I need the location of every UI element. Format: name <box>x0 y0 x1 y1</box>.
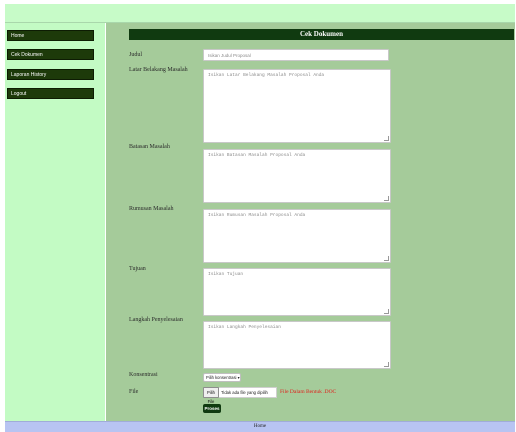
batasan-masalah-placeholder: Isikan Batasan Masalah Proposal Anda <box>208 153 306 158</box>
resize-grip-icon[interactable] <box>384 362 389 367</box>
rumusan-masalah-label: Rumusan Masalah <box>129 206 174 212</box>
page-title: Cek Dokumen <box>129 29 514 40</box>
sidebar-item-logout[interactable]: Logout <box>7 88 94 99</box>
resize-grip-icon[interactable] <box>384 309 389 314</box>
proses-button[interactable]: Proses <box>203 404 221 413</box>
file-input[interactable]: Pilih File Tidak ada file yang dipilih <box>203 387 279 404</box>
top-bar <box>5 4 515 23</box>
main-content: Cek Dokumen Judul Isikan Judul Proposal … <box>106 23 515 421</box>
resize-grip-icon[interactable] <box>384 136 389 141</box>
judul-input[interactable]: Isikan Judul Proposal <box>203 49 389 61</box>
chevron-down-icon: ▾ <box>237 375 240 380</box>
tujuan-placeholder: Isikan Tujuan <box>208 272 244 277</box>
tujuan-label: Tujuan <box>129 266 146 272</box>
sidebar-item-laporan-history[interactable]: Laporan History <box>7 69 94 80</box>
sidebar: Home Cek Dokumen Laporan History Logout <box>5 23 105 421</box>
konsentrasi-label: Konsentrasi <box>129 372 158 378</box>
resize-grip-icon[interactable] <box>384 196 389 201</box>
rumusan-masalah-placeholder: Isikan Rumusan Masalah Proposal Anda <box>208 213 306 218</box>
langkah-penyelesaian-textarea[interactable]: Isikan Langkah Penyelesaian <box>203 321 391 369</box>
file-label: File <box>129 389 139 395</box>
tujuan-textarea[interactable]: Isikan Tujuan <box>203 268 391 316</box>
choose-file-button[interactable]: Pilih File <box>203 387 219 404</box>
file-name-display: Tidak ada file yang dipilih <box>219 387 277 398</box>
resize-grip-icon[interactable] <box>384 256 389 261</box>
langkah-penyelesaian-placeholder: Isikan Langkah Penyelesaian <box>208 325 281 330</box>
page-frame: Home Cek Dokumen Laporan History Logout … <box>5 4 515 432</box>
latar-belakang-textarea[interactable]: Isikan Latar Belakang Masalah Proposal A… <box>203 69 391 143</box>
sidebar-item-home[interactable]: Home <box>7 30 94 41</box>
latar-belakang-placeholder: Isikan Latar Belakang Masalah Proposal A… <box>208 73 325 78</box>
konsentrasi-selected: Pilih konsentrasi <box>206 375 237 380</box>
judul-label: Judul <box>129 52 143 58</box>
konsentrasi-select[interactable]: Pilih konsentrasi ▾ <box>203 373 241 382</box>
sidebar-item-cek-dokumen[interactable]: Cek Dokumen <box>7 49 94 60</box>
latar-belakang-label: Latar Belakang Masalah <box>129 67 188 73</box>
rumusan-masalah-textarea[interactable]: Isikan Rumusan Masalah Proposal Anda <box>203 209 391 263</box>
file-format-note: File Dalam Bentuk .DOC <box>280 389 337 395</box>
batasan-masalah-textarea[interactable]: Isikan Batasan Masalah Proposal Anda <box>203 149 391 203</box>
langkah-penyelesaian-label: Langkah Penyelesaian <box>129 317 183 323</box>
batasan-masalah-label: Batasan Masalah <box>129 144 170 150</box>
